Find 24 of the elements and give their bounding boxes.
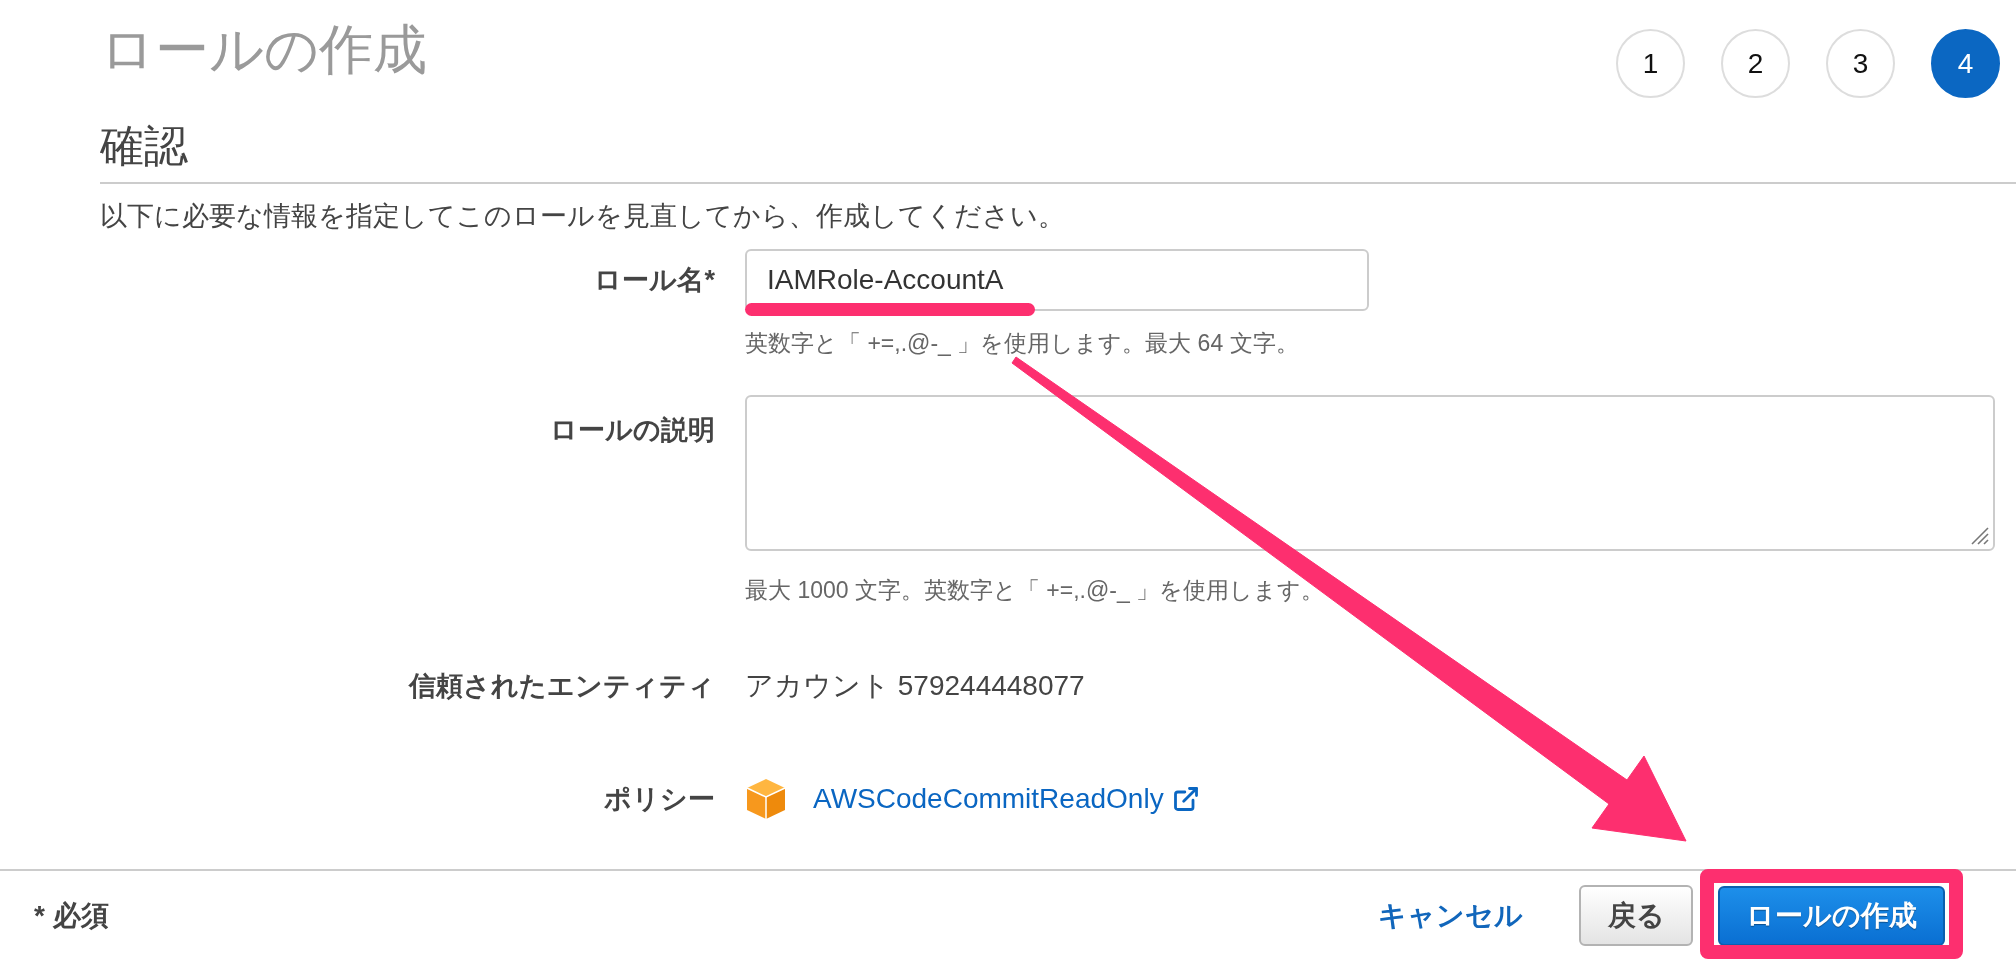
field-label: ポリシー (604, 784, 715, 814)
external-link-icon (1171, 785, 1200, 813)
field-label: 信頼されたエンティティ (409, 671, 715, 701)
section-heading: 確認 (100, 120, 188, 172)
description-field[interactable] (745, 395, 1995, 551)
field-hint: 最大 1000 文字。英数字と「 +=,.@-_ 」を使用します。 (745, 577, 1325, 603)
back-button[interactable]: 戻る (1579, 885, 1693, 946)
resize-handle-icon[interactable] (1971, 527, 1989, 545)
field-label: ロール名* (594, 265, 715, 295)
step-indicator: 1 (1616, 29, 1685, 98)
field-label: ロールの説明 (550, 415, 715, 445)
step-indicator: 4 (1931, 29, 2000, 98)
field-value: アカウント 579244448077 (745, 669, 1085, 703)
required-note: * 必須 (34, 898, 109, 933)
field-hint: 英数字と「 +=,.@-_ 」を使用します。最大 64 文字。 (745, 330, 1299, 356)
policy-link[interactable]: AWSCodeCommitReadOnly (813, 781, 1200, 817)
cancel-link[interactable]: キャンセル (1378, 897, 1523, 934)
step-indicator: 2 (1721, 29, 1790, 98)
page-title: ロールの作成 (100, 18, 427, 81)
intro-text: 以下に必要な情報を指定してこのロールを見直してから、作成してください。 (100, 200, 1065, 233)
cube-icon (745, 778, 787, 820)
step-indicator: 3 (1826, 29, 1895, 98)
create-role-button[interactable]: ロールの作成 (1718, 885, 1945, 946)
role-name-field[interactable]: IAMRole-AccountA (745, 249, 1369, 311)
